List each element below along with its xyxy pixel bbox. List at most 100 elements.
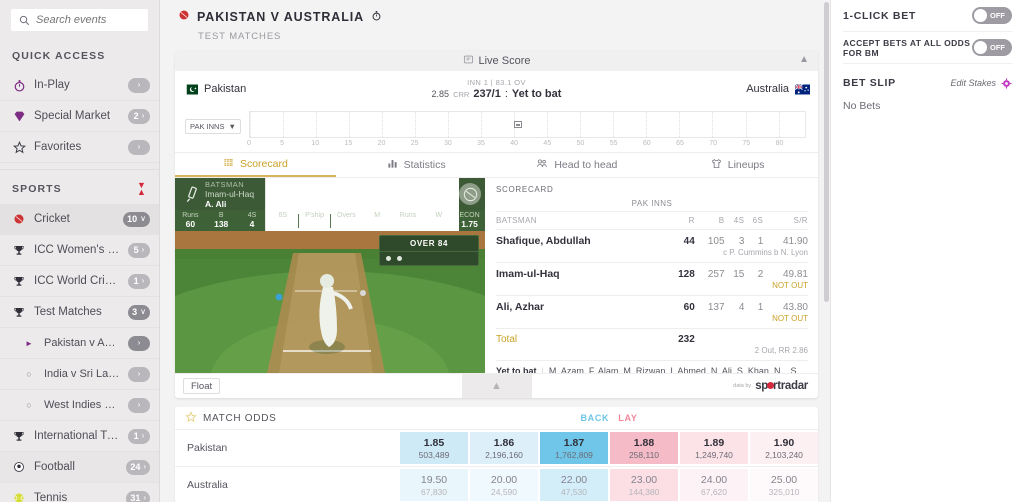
trophy-icon [12,429,26,443]
tab-label: Scorecard [239,158,288,170]
odds-cell[interactable]: 25.00 325,010 [750,469,818,501]
edit-stakes-button[interactable]: Edit Stakes [950,77,1012,89]
axis-tick: 65 [676,140,684,147]
live-score-title: Live Score [478,54,531,67]
sidebar-item-special-market[interactable]: Special Market 2 › [0,101,159,132]
chevron-right-icon: › [141,245,145,255]
lay-label: LAY [618,413,638,423]
sidebar-item-test-matches[interactable]: Test Matches 3 ∨ [0,297,159,329]
football-icon [12,460,26,474]
odds-cell[interactable]: 20.00 24,590 [470,469,538,501]
match-odds-header: MATCH ODDS BACK LAY [175,407,818,430]
tab-head-to-head[interactable]: Head to head [497,153,658,177]
match-odds-body: Pakistan 1.85 503,489 1.86 2,196,160 1.87 1,76… [175,430,818,502]
odds-cell[interactable]: 1.85 503,489 [400,432,468,464]
sidebar-item-in-play[interactable]: In-Play › [0,70,159,101]
live-score-panel: Live Score ▲ Pakistan INN 1 | 83.1 OV 2.… [175,50,818,398]
video-stat: B 138 [206,212,237,229]
odds-cell[interactable]: 1.87 1,762,809 [540,432,608,464]
sidebar-item-pakistan-v-australia[interactable]: ► Pakistan v Australia › [0,328,159,360]
crr-value: 2.85 [431,89,450,99]
score-center: INN 1 | 83.1 OV 2.85 CRR 237/1 : Yet to … [175,78,818,100]
odds-cell[interactable]: 1.90 2,103,240 [750,432,818,464]
sidebar-item-icc-womens-wc[interactable]: ICC Women's W... 5 › [0,235,159,267]
live-video-widget[interactable]: BATSMAN Imam-ul-Haq A. Ali BOWLER J. Haz… [175,178,485,373]
score-value: 237/1 [473,88,501,100]
accept-all-odds-toggle[interactable]: OFF [972,39,1012,56]
odds-stake: 67,620 [701,486,727,497]
col-runs: R [665,212,695,230]
expand-collapse-button[interactable]: ▲ [461,374,532,398]
table-row: Ali, Azhar 60 137 4 1 43.80 [496,296,808,313]
sidebar-item-cricket[interactable]: Cricket 10 ∨ [0,204,159,236]
fours: 3 [738,235,745,247]
sidebar-item-tennis[interactable]: Tennis 31 › [0,483,159,502]
scorecard-table-wrap: SCORECARD PAK INNS BATSMAN R B 4S 6S S/R [485,178,818,373]
provider-prefix: data by [733,383,752,389]
runs: 44 [683,235,695,247]
crr-label: CRR [453,90,470,99]
odds-cell[interactable]: 1.86 2,196,160 [470,432,538,464]
tab-lineups[interactable]: Lineups [657,153,818,177]
odds-cell[interactable]: 24.00 67,620 [680,469,748,501]
gridline [282,112,284,137]
one-click-bet-toggle[interactable]: OFF [972,7,1012,24]
page-title: PAKISTAN V AUSTRALIA [178,9,830,24]
bet-slip-header: BET SLIP Edit Stakes [843,64,1012,94]
odds-cell[interactable]: 22.00 47,530 [540,469,608,501]
odds-cell[interactable]: 1.88 258,110 [610,432,678,464]
provider-dot-icon [767,382,775,389]
stat-value: 13.1 [338,219,355,229]
search-input[interactable] [36,14,140,26]
yet-to-bat-line: Yet to bat | M. Azam, F. Alam, M. Rizwan, … [496,361,808,373]
sidebar-item-international-twenty20[interactable]: International Tw... 1 › [0,421,159,453]
stat-key: Overs [337,212,356,219]
search-area [0,0,159,38]
sidebar-item-label: West Indies v Engla... [44,399,120,412]
sidebar-item-west-indies-v-england[interactable]: ○ West Indies v Engla... › [0,390,159,422]
odds-stake: 1,249,740 [695,449,733,460]
scrollbar-thumb[interactable] [824,2,829,302]
tab-statistics[interactable]: Statistics [336,153,497,177]
odds-cell[interactable]: 1.89 1,249,740 [680,432,748,464]
match-odds-title: MATCH ODDS [203,412,277,424]
float-button[interactable]: Float [183,378,221,394]
chevron-up-icon[interactable]: ▲ [799,54,809,65]
over-balls [380,252,478,265]
triangle-bullet-icon: ► [25,338,33,348]
video-footer-bar: Float ▲ data by sp rtradar [175,373,818,398]
sidebar-item-icc-world-cricket[interactable]: ICC World Cricke... 1› [0,266,159,298]
toggle-knob [974,9,987,22]
badge-count: 24 [130,462,141,473]
timeline-marker[interactable] [513,121,522,128]
dismissal-note: NOT OUT [496,313,808,329]
chevron-right-icon: › [143,462,146,472]
match-odds-title-block: MATCH ODDS [175,410,400,426]
odds-stake: 24,590 [491,486,517,497]
balls: 137 [707,301,725,313]
odds-cell[interactable]: 19.50 67,830 [400,469,468,501]
inplay-icon [371,10,382,24]
accept-all-odds-label: ACCEPT BETS AT ALL ODDS FOR BM [843,37,971,58]
badge-count: 31 [130,493,141,502]
collapse-all-icon[interactable]: ▼ ▲ [137,180,147,196]
stat-value: 3 [374,219,380,229]
odds-stake: 47,530 [561,486,587,497]
main-content: PAKISTAN V AUSTRALIA TEST MATCHES Live S… [160,0,830,502]
sidebar-item-football[interactable]: Football 24 › [0,452,159,484]
search-box[interactable] [10,8,149,32]
tab-scorecard[interactable]: Scorecard [175,153,336,177]
gridline [712,112,714,137]
sidebar-item-india-v-sri-lanka[interactable]: ○ India v Sri Lanka › [0,359,159,391]
toggle-knob [974,41,987,54]
strike-rate: 41.90 [782,235,808,247]
odds-value: 25.00 [770,473,798,486]
odds-cell[interactable]: 23.00 144,380 [610,469,678,501]
star-icon[interactable] [185,410,197,426]
sidebar-item-favorites[interactable]: Favorites › [0,132,159,163]
main-scrollbar[interactable] [824,0,829,502]
timeline-track[interactable] [248,111,806,138]
innings-selector[interactable]: PAK INNS ▼ [185,119,241,134]
innings-selector-label: PAK INNS [190,122,225,131]
sidebar-item-label: In-Play [34,79,70,91]
